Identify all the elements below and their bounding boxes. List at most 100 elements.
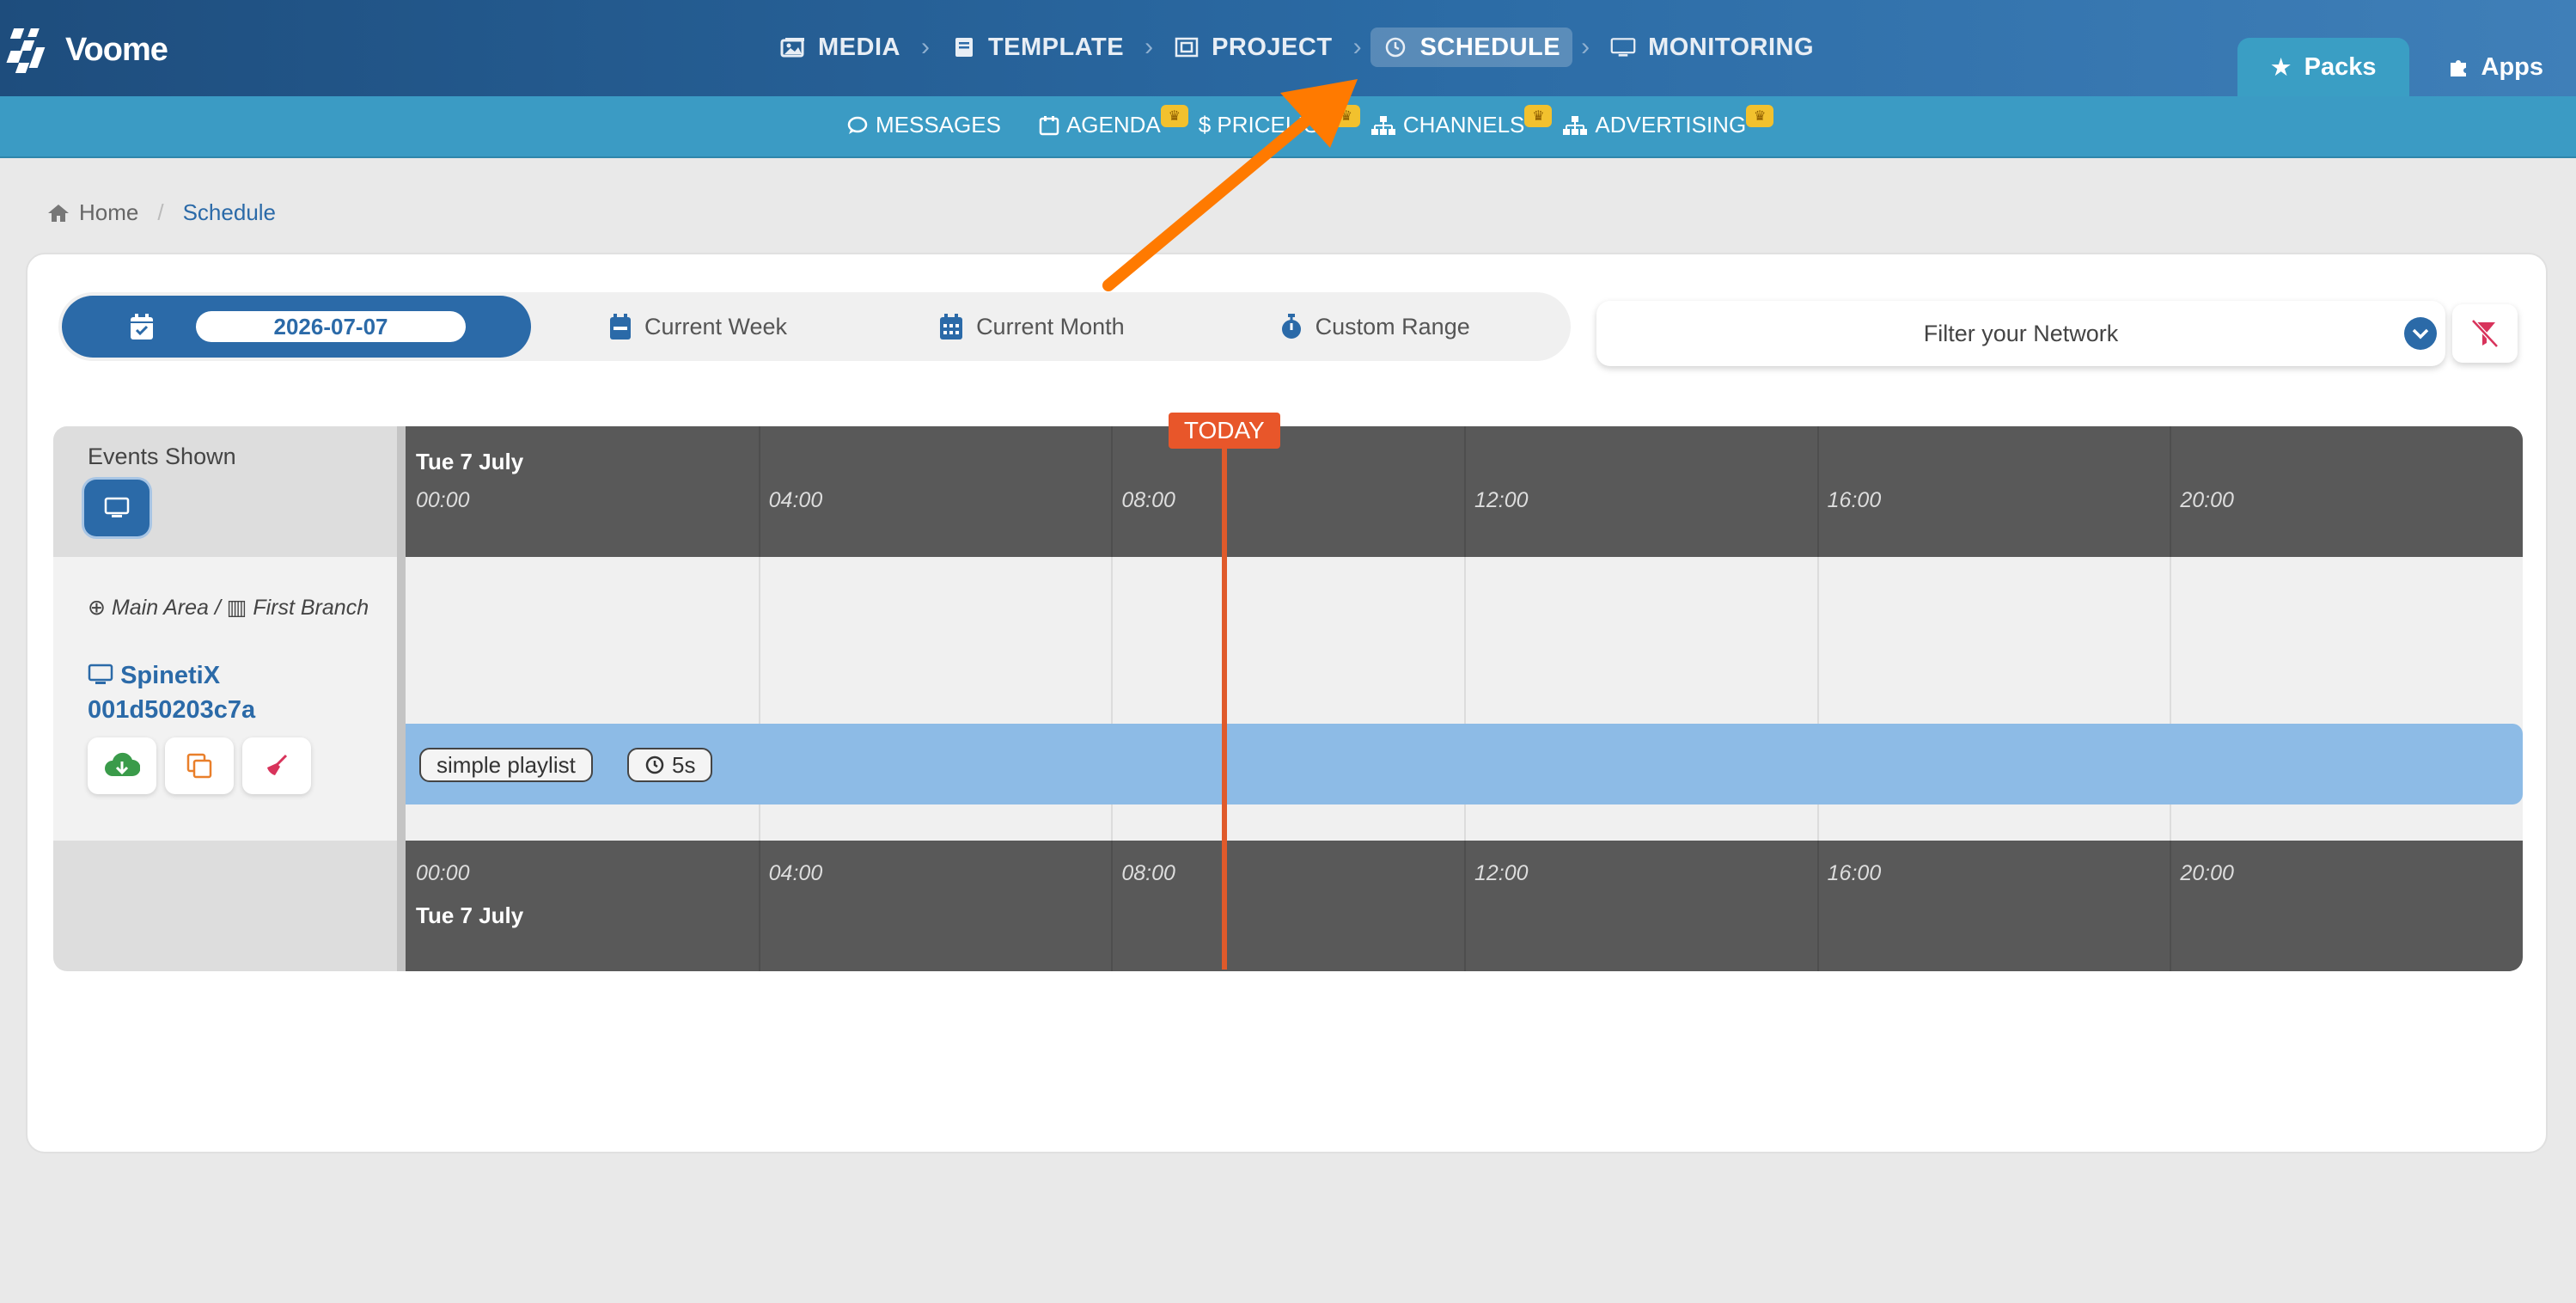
- date-picker[interactable]: 2026-07-07: [62, 296, 531, 358]
- range-current-week[interactable]: Current Week: [608, 313, 787, 340]
- breadcrumb-separator: /: [157, 199, 164, 225]
- nav-monitoring[interactable]: MONITORING: [1598, 28, 1826, 67]
- subnav-messages[interactable]: MESSAGES: [846, 112, 1001, 138]
- hour-gridline: [2170, 426, 2172, 557]
- nav-template[interactable]: TEMPLATE: [938, 28, 1136, 67]
- network-filter-select[interactable]: Filter your Network: [1596, 301, 2445, 366]
- network-filter-placeholder: Filter your Network: [1923, 320, 2119, 346]
- crown-icon: ♛: [1746, 105, 1774, 127]
- timeline-body: simple playlist 5s: [406, 557, 2523, 841]
- range-current-month[interactable]: Current Month: [938, 313, 1125, 340]
- device-panel: ⊕ Main Area / ▥ First Branch SpinetiX 00…: [53, 557, 397, 841]
- sub-navbar: MESSAGES AGENDA ♛ $ PRICELIST ♛ CHANNELS…: [0, 96, 2576, 158]
- main-nav: MEDIA › TEMPLATE › PROJECT › SCHEDULE › …: [768, 22, 1826, 72]
- calendar-icon: [1039, 115, 1059, 135]
- tab-apps[interactable]: Apps: [2414, 38, 2576, 96]
- hour-gridline: [1816, 841, 1819, 971]
- schedule-card: 2026-07-07 Current Week Current Month Cu…: [26, 253, 2548, 1153]
- copy-button[interactable]: [165, 737, 234, 794]
- device-actions: [88, 737, 311, 794]
- breadcrumb-home[interactable]: Home: [46, 199, 138, 226]
- tab-packs[interactable]: ★ Packs: [2237, 38, 2409, 96]
- chevron-right-icon: ›: [1581, 33, 1590, 61]
- filter-clear-icon: [2471, 319, 2499, 348]
- screen-events-toggle[interactable]: [84, 480, 150, 536]
- subnav-pricelist[interactable]: $ PRICELIST ♛: [1198, 105, 1360, 138]
- date-range-selector: 2026-07-07 Current Week Current Month Cu…: [58, 292, 1571, 361]
- hour-label: 08:00: [1121, 861, 1175, 885]
- sitemap-icon: [1370, 115, 1395, 135]
- event-name-chip[interactable]: simple playlist: [419, 748, 593, 782]
- event-name: simple playlist: [436, 751, 576, 778]
- selected-date[interactable]: 2026-07-07: [196, 311, 466, 342]
- home-icon: [48, 204, 69, 222]
- nav-media[interactable]: MEDIA: [768, 28, 913, 67]
- events-shown-panel: Events Shown: [53, 426, 397, 557]
- chevron-right-icon: ›: [1145, 33, 1154, 61]
- calendar-month-icon: [940, 314, 963, 340]
- range-label: Current Week: [644, 313, 788, 340]
- breadcrumb-current: Schedule: [182, 199, 277, 225]
- breadcrumb: Home / Schedule: [46, 199, 276, 226]
- tab-label: Apps: [2481, 52, 2544, 81]
- today-badge: TODAY: [1168, 413, 1280, 449]
- stopwatch-icon: [1281, 314, 1301, 339]
- clear-filter-button[interactable]: [2452, 304, 2518, 363]
- hour-gridline: [1464, 426, 1466, 557]
- device-link[interactable]: SpinetiX 001d50203c7a: [88, 658, 380, 727]
- chevron-right-icon: ›: [1352, 33, 1362, 61]
- hour-label: 00:00: [416, 488, 470, 512]
- breadcrumb-home-label: Home: [79, 199, 139, 225]
- chevron-right-icon: ›: [920, 33, 930, 61]
- calendar-check-icon: [131, 314, 153, 340]
- hour-gridline: [1816, 426, 1819, 557]
- subnav-label: MESSAGES: [876, 112, 1001, 138]
- download-button[interactable]: [88, 737, 156, 794]
- puzzle-icon: [2450, 60, 2466, 76]
- subnav-agenda[interactable]: AGENDA ♛: [1039, 105, 1188, 138]
- range-label: Current Month: [976, 313, 1125, 340]
- cloud-download-icon: [105, 752, 140, 776]
- footer-side-panel: [53, 841, 397, 971]
- tab-label: Packs: [2304, 52, 2377, 81]
- monitor-icon: [88, 664, 113, 684]
- chevron-down-icon[interactable]: [2404, 317, 2437, 350]
- schedule-timeline: Events Shown ⊕ Main Area / ▥ First Branc…: [53, 426, 2523, 971]
- subnav-advertising[interactable]: ADVERTISING ♛: [1562, 105, 1774, 138]
- event-duration: 5s: [672, 751, 696, 778]
- branch-name: First Branch: [253, 596, 369, 620]
- device-location: ⊕ Main Area / ▥ First Branch: [88, 591, 380, 624]
- nav-label: MONITORING: [1648, 33, 1815, 61]
- hour-label: 12:00: [1474, 488, 1529, 512]
- day-label: Tue 7 July: [416, 902, 524, 928]
- sitemap-icon: [1563, 115, 1588, 135]
- nav-schedule[interactable]: SCHEDULE: [1370, 28, 1573, 67]
- subnav-label: CHANNELS: [1402, 112, 1525, 138]
- hour-gridline: [1464, 841, 1466, 971]
- day-label: Tue 7 July: [416, 449, 524, 474]
- hour-label: 12:00: [1474, 861, 1529, 885]
- range-custom[interactable]: Custom Range: [1279, 313, 1470, 340]
- subnav-channels[interactable]: CHANNELS ♛: [1370, 105, 1553, 138]
- monitor-icon: [1610, 38, 1636, 57]
- device-name: SpinetiX 001d50203c7a: [88, 662, 256, 724]
- brand-name: Voome: [65, 31, 168, 68]
- clock-icon: [1385, 37, 1405, 58]
- subnav-label: $ PRICELIST: [1198, 112, 1333, 138]
- chat-icon: [847, 116, 868, 134]
- hour-gridline: [1111, 426, 1114, 557]
- clear-button[interactable]: [242, 737, 311, 794]
- nav-project[interactable]: PROJECT: [1162, 28, 1344, 67]
- brand-logo[interactable]: Voome: [6, 24, 168, 76]
- building-icon: ▥: [226, 596, 247, 620]
- event-bar[interactable]: simple playlist 5s: [406, 724, 2523, 804]
- subnav-label: ADVERTISING: [1595, 112, 1747, 138]
- panel-divider: [397, 426, 406, 971]
- nav-label: MEDIA: [818, 33, 900, 61]
- globe-icon: ⊕: [88, 596, 106, 620]
- star-icon: ★: [2269, 53, 2292, 82]
- top-navbar: Voome MEDIA › TEMPLATE › PROJECT › SCHED…: [0, 0, 2576, 96]
- calendar-week-icon: [610, 314, 631, 340]
- timeline-footer: 00:00 04:00 08:00 12:00 16:00 20:00 Tue 7 Jul…: [406, 841, 2523, 971]
- hour-label: 04:00: [768, 861, 823, 885]
